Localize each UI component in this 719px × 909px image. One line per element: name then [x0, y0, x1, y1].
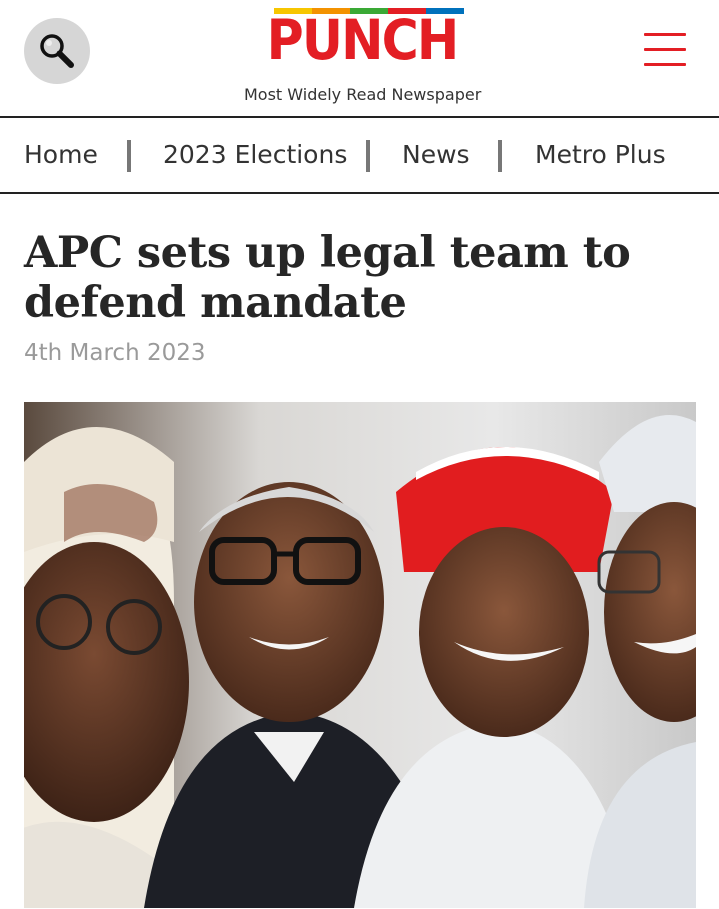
nav-item-metro-plus[interactable]: Metro Plus: [535, 140, 666, 169]
article-featured-image[interactable]: [24, 402, 696, 908]
search-icon: [40, 34, 74, 68]
article-title: APC sets up legal team to defend mandate: [24, 228, 631, 328]
nav-item-2023-elections[interactable]: 2023 Elections: [163, 140, 347, 169]
main-nav: Home 2023 Elections News Metro Plus: [0, 116, 719, 194]
nav-divider: [127, 140, 131, 172]
article-date: 4th March 2023: [24, 340, 206, 366]
site-header: PUNCH Most Widely Read Newspaper: [0, 0, 719, 116]
nav-item-news[interactable]: News: [402, 140, 470, 169]
site-tagline: Most Widely Read Newspaper: [244, 85, 482, 104]
hamburger-menu-icon[interactable]: [644, 33, 686, 67]
logo-wordmark: PUNCH: [266, 8, 460, 72]
nav-item-home[interactable]: Home: [24, 140, 98, 169]
site-logo[interactable]: PUNCH Most Widely Read Newspaper: [244, 8, 482, 104]
nav-divider: [498, 140, 502, 172]
featured-image-illustration: [24, 402, 696, 908]
search-button[interactable]: [24, 18, 90, 84]
nav-divider: [366, 140, 370, 172]
